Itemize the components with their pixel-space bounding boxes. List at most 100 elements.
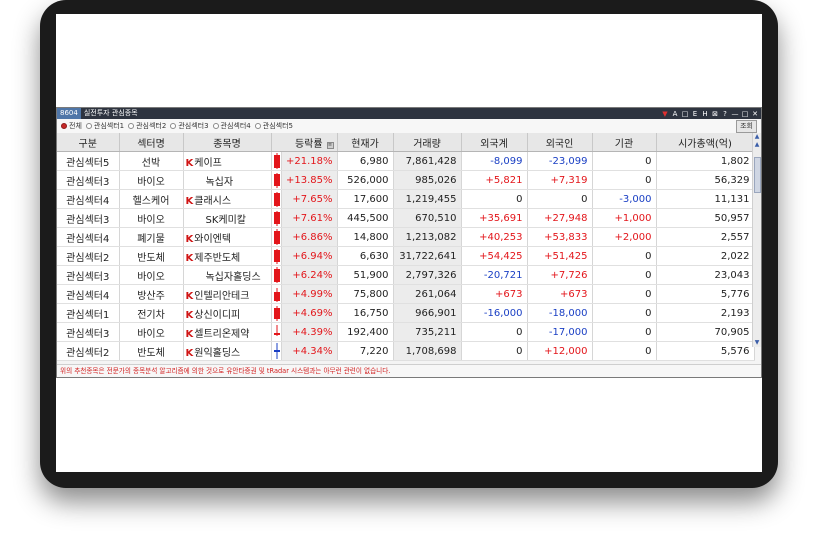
table-row[interactable]: 관심섹터4 방산주 K인텔리안테크 +4.99% 75,800 261,064 +673 +6… [57, 284, 755, 304]
scroll-up-fast-icon[interactable]: ▲ [753, 141, 761, 149]
stock-name-cell[interactable]: SK케미칼 [183, 208, 272, 228]
stock-name-cell[interactable]: 녹십자 [183, 170, 272, 190]
institution-cell: 0 [592, 303, 657, 323]
stock-name-cell[interactable]: K인텔리안테크 [183, 284, 272, 304]
col-price-header[interactable]: 현재가 [337, 133, 394, 152]
table-row[interactable]: 관심섹터4 폐기물 K와이엔텍 +6.86% 14,800 1,213,082 +40,25… [57, 227, 755, 247]
link-icon[interactable]: ⊠ [711, 110, 719, 118]
kosdaq-marker-icon: K [185, 309, 194, 321]
radio-button[interactable] [61, 123, 67, 129]
window-title: 실전투자 관심종목 [83, 109, 138, 117]
group-cell: 관심섹터3 [57, 208, 120, 228]
header-label: 현재가 [351, 138, 379, 150]
change-cell: +6.24% [281, 265, 338, 285]
change-cell: +4.99% [281, 284, 338, 304]
tab-sector-1[interactable]: 관심섹터1 [85, 121, 125, 131]
price-cell: 7,220 [337, 341, 394, 361]
sector-cell: 전기차 [119, 303, 184, 323]
tab-label: 관심섹터1 [93, 122, 125, 130]
stock-name-cell[interactable]: K클래시스 [183, 189, 272, 209]
foreigner-cell: +7,319 [527, 170, 593, 190]
tab-sector-2[interactable]: 관심섹터2 [128, 121, 166, 131]
col-foreign-firm-header[interactable]: 외국계 [461, 133, 528, 152]
institution-cell: +2,000 [592, 227, 657, 247]
col-stock-header[interactable]: 종목명 [183, 133, 272, 152]
watchlist-table: 구분 섹터명 종목명 등락률 ≡ 현재가 거래량 외국계 외국인 기관 시가총액(억) 관심섹터5 선… [57, 133, 755, 361]
foreign-firm-cell: +5,821 [461, 170, 528, 190]
radio-button[interactable] [128, 123, 135, 129]
vertical-scrollbar[interactable]: ▲ ▲ ▼ [752, 133, 761, 347]
maximize-icon[interactable]: □ [741, 110, 749, 118]
stock-name-cell[interactable]: K상신이디피 [183, 303, 272, 323]
table-row[interactable]: 관심섹터3 바이오 SK케미칼 +7.61% 445,500 670,510 +35,69… [57, 208, 755, 228]
header-label: 기관 [614, 138, 634, 150]
price-cell: 14,800 [337, 227, 394, 247]
scroll-down-icon[interactable]: ▼ [753, 339, 761, 347]
group-cell: 관심섹터5 [57, 151, 120, 171]
scroll-up-icon[interactable]: ▲ [753, 133, 761, 141]
radio-button[interactable] [212, 123, 219, 129]
radio-button[interactable] [170, 123, 177, 129]
layout-icon[interactable]: □ [681, 110, 689, 118]
tab-label: 전체 [69, 122, 82, 130]
device-screen: 8604 실전투자 관심종목 ▼ A □ E H ⊠? — □ ✕ 전체 관심섹터1 관심섹터2 관심… [56, 14, 762, 472]
col-candle-header[interactable] [271, 133, 281, 152]
stock-name-cell[interactable]: K원익홀딩스 [183, 341, 272, 361]
table-row[interactable]: 관심섹터4 헬스케어 K클래시스 +7.65% 17,600 1,219,455 0 0 -3,… [57, 189, 755, 209]
table-row[interactable]: 관심섹터1 전기차 K상신이디피 +4.69% 16,750 966,901 -16,000… [57, 303, 755, 323]
table-row[interactable]: 관심섹터3 바이오 K셀트리온제약 +4.39% 192,400 735,211 0 -17,… [57, 322, 755, 342]
header-label: 등락률 [294, 138, 323, 150]
table-row[interactable]: 관심섹터3 바이오 녹십자 +13.85% 526,000 985,026 +5,821 +… [57, 170, 755, 190]
volume-cell: 1,213,082 [393, 227, 462, 247]
table-row[interactable]: 관심섹터2 반도체 K제주반도체 +6.94% 6,630 31,722,641 +54,4… [57, 246, 755, 266]
col-sector-header[interactable]: 섹터명 [119, 133, 184, 152]
dropdown-icon[interactable]: ▼ [661, 110, 669, 118]
help-book-icon[interactable]: H [701, 110, 709, 118]
sort-icon[interactable]: ≡ [326, 142, 334, 149]
stock-name-cell[interactable]: 녹십자홀딩스 [183, 265, 272, 285]
minimize-icon[interactable]: — [731, 110, 739, 118]
disclaimer-notice: 위의 추천종목은 전문가의 종목분석 알고리즘에 의한 것으로 유안타증권 및 … [57, 364, 761, 377]
radio-button[interactable] [85, 123, 92, 129]
table-row[interactable]: 관심섹터3 바이오 녹십자홀딩스 +6.24% 51,900 2,797,326 -20,… [57, 265, 755, 285]
stock-name-cell[interactable]: K셀트리온제약 [183, 322, 272, 342]
change-cell: +7.65% [281, 189, 338, 209]
tab-sector-3[interactable]: 관심섹터3 [170, 121, 209, 131]
stock-name-cell[interactable]: K와이엔텍 [183, 227, 272, 247]
col-volume-header[interactable]: 거래량 [393, 133, 462, 152]
candle-icon [273, 343, 280, 359]
col-institution-header[interactable]: 기관 [592, 133, 657, 152]
help-icon[interactable]: ? [721, 110, 729, 118]
stock-name: 상신이디피 [194, 309, 241, 321]
table-row[interactable]: 관심섹터5 선박 K케이프 +21.18% 6,980 7,861,428 -8,099 -2… [57, 151, 755, 171]
close-icon[interactable]: ✕ [751, 110, 759, 118]
candle-icon [273, 305, 280, 321]
font-icon[interactable]: A [671, 110, 679, 118]
market-cap-cell: 2,022 [656, 246, 755, 266]
scroll-thumb[interactable] [754, 157, 761, 193]
tab-sector-5[interactable]: 관심섹터5 [254, 121, 293, 131]
stock-name-cell[interactable]: K제주반도체 [183, 246, 272, 266]
group-cell: 관심섹터4 [57, 284, 120, 304]
tab-sector-4[interactable]: 관심섹터4 [212, 121, 251, 131]
radio-button[interactable] [254, 123, 261, 129]
table-row[interactable]: 관심섹터2 반도체 K원익홀딩스 +4.34% 7,220 1,708,698 0 +12,0… [57, 341, 755, 361]
sector-cell: 반도체 [119, 246, 184, 266]
candle-icon [273, 229, 280, 245]
stock-name: 녹십자홀딩스 [205, 271, 261, 283]
market-cap-cell: 5,776 [656, 284, 755, 304]
stock-name-cell[interactable]: K케이프 [183, 151, 272, 171]
export-icon[interactable]: E [691, 110, 699, 118]
col-group-header[interactable]: 구분 [57, 133, 120, 152]
institution-cell: 0 [592, 246, 657, 266]
col-change-header[interactable]: 등락률 ≡ [281, 133, 338, 152]
tab-all[interactable]: 전체 [61, 121, 82, 131]
col-market-cap-header[interactable]: 시가총액(억) [656, 133, 755, 152]
candle-icon [273, 153, 280, 169]
market-cap-cell: 2,557 [656, 227, 755, 247]
col-foreigner-header[interactable]: 외국인 [527, 133, 593, 152]
lookup-button[interactable]: 조회 [736, 120, 757, 133]
header-label: 시가총액(억) [678, 138, 732, 150]
sector-cell: 선박 [119, 151, 184, 171]
institution-cell: 0 [592, 151, 657, 171]
